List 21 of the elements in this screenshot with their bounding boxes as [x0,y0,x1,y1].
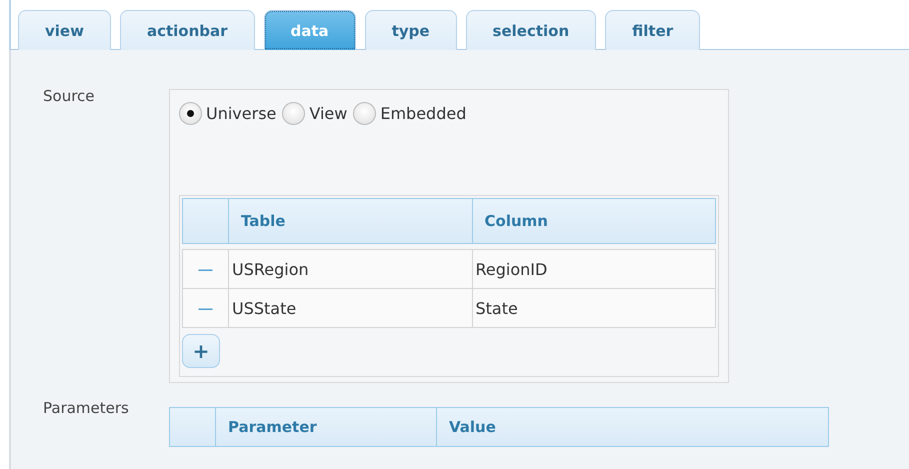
table-cell: USState [229,289,472,327]
radio-option[interactable]: Embedded [353,100,466,126]
tab[interactable]: filter [605,10,700,50]
tab[interactable]: type [364,10,457,50]
column-header: Column [484,211,549,232]
table-cell-text: RegionID [474,258,548,280]
column-header: Parameter [216,408,437,446]
tab[interactable]: actionbar [120,10,255,50]
remove-button[interactable]: — [198,261,212,277]
table-cell: USRegion [229,250,472,288]
remove-button[interactable]: — [198,300,212,316]
column-header: Value [448,417,497,438]
add-button[interactable]: + [182,334,220,368]
table-cell-text: State [474,298,519,320]
radio-option[interactable]: Universe [179,100,276,126]
field-label: Source [42,87,96,107]
column-header: Table [229,199,472,243]
field-label: Parameters [42,399,130,419]
radio-option[interactable]: View [282,100,348,126]
tab[interactable]: selection [466,10,596,50]
tab[interactable]: view [18,10,111,50]
